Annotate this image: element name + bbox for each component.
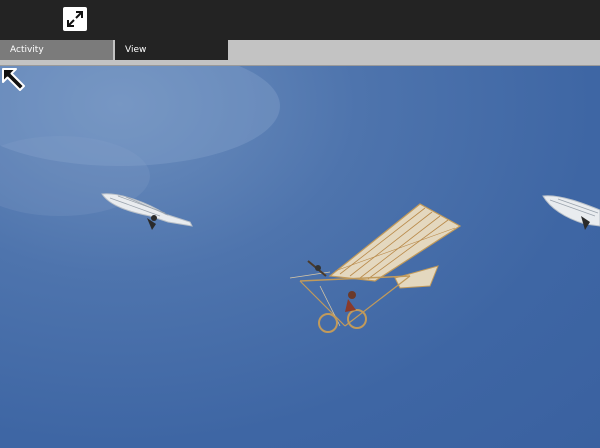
- fullscreen-expand-icon: [67, 11, 83, 27]
- glider-right[interactable]: [542, 195, 600, 230]
- tab-activity[interactable]: Activity: [0, 40, 113, 60]
- sky-scene: [0, 66, 600, 333]
- tab-view[interactable]: View: [115, 40, 228, 60]
- arrow-cursor-icon: [2, 68, 25, 91]
- airplane-center[interactable]: [289, 203, 462, 333]
- glider-left[interactable]: [101, 193, 193, 230]
- fullscreen-button[interactable]: [63, 7, 87, 31]
- top-toolbar: [0, 0, 600, 40]
- tab-bar: Activity View: [0, 40, 600, 60]
- activity-canvas[interactable]: [0, 66, 600, 448]
